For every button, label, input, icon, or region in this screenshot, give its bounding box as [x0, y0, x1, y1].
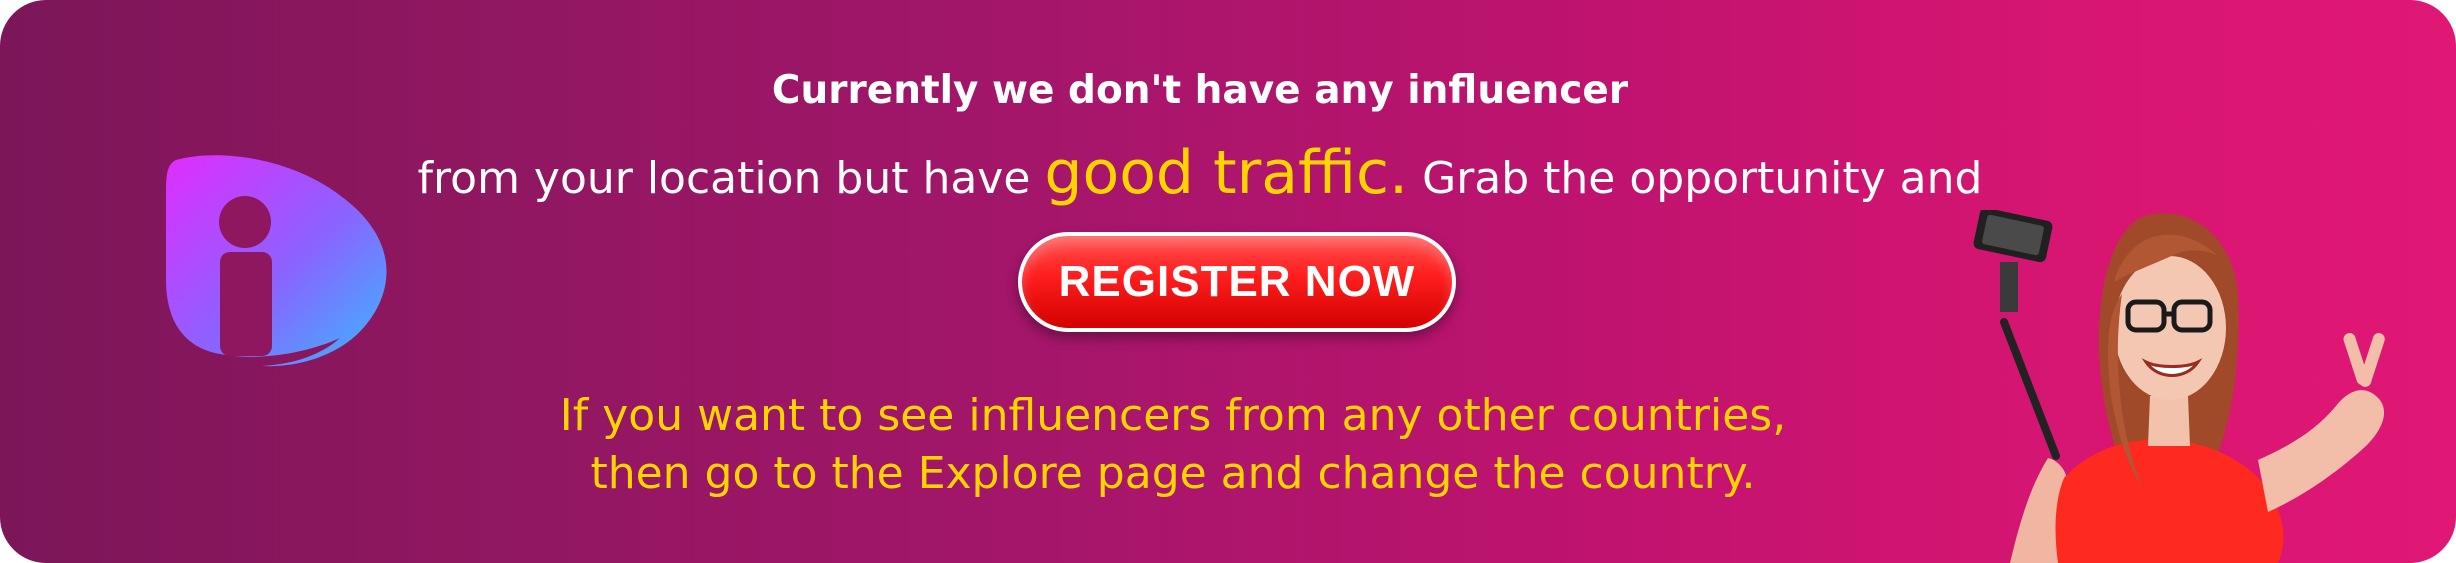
influencer-register-banner: Currently we don't have any influencer f… [0, 0, 2456, 563]
good-traffic-highlight: good traffic. [1044, 138, 1409, 208]
heading-line-2: from your location but have good traffic… [0, 138, 2428, 208]
selfie-person-illustration [1973, 210, 2385, 563]
heading-line-2-start: from your location but have [417, 153, 1045, 204]
heading-line-1: Currently we don't have any influencer [771, 68, 1629, 113]
register-now-label: REGISTER NOW [1058, 257, 1416, 306]
register-now-button[interactable]: REGISTER NOW [1018, 232, 1456, 332]
heading-line-2-end: Grab the opportunity and [1408, 153, 1983, 204]
